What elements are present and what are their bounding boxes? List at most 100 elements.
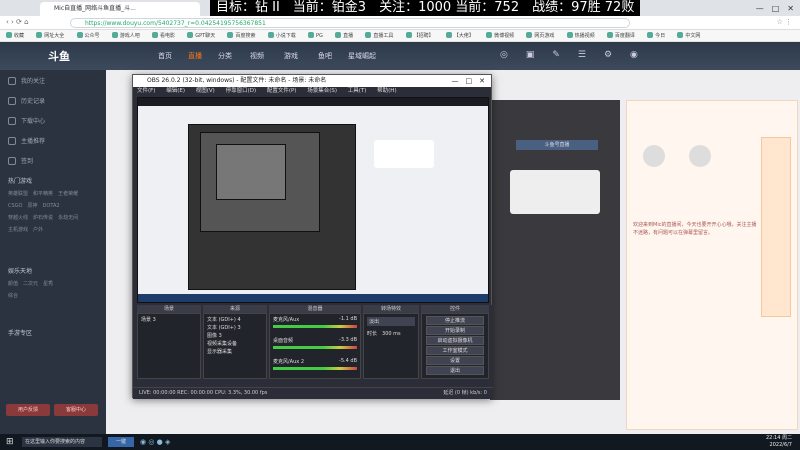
taskbar-app[interactable]: 一键 (108, 437, 134, 447)
site-logo[interactable]: 斗鱼 (48, 48, 70, 64)
duration-row[interactable]: 时长 300 ms (367, 330, 415, 337)
bookmark-item[interactable]: 看电影 (152, 30, 175, 41)
settings-button[interactable]: 设置 (426, 356, 484, 365)
window-controls[interactable]: — □ ✕ (756, 3, 794, 14)
sidebar-grid-row[interactable]: 颜值 二次元 星秀 (8, 280, 53, 287)
start-button[interactable]: ⊞ (6, 437, 14, 447)
address-bar-row: ‹ › ⟳ ⌂ https://www.douyu.com/5402737_r=… (0, 16, 800, 30)
start-recording-button[interactable]: 开始录制 (426, 326, 484, 335)
bookmark-item[interactable]: GPT聊天 (187, 30, 215, 41)
bookmark-item[interactable]: 收藏 (6, 30, 24, 41)
nav-item[interactable]: 视频 (250, 51, 264, 61)
bookmark-item[interactable]: 【大佬】 (446, 30, 474, 41)
sidebar-item-follow[interactable]: 我的关注 (8, 76, 45, 85)
obs-menu-item[interactable]: 工具(T) (348, 88, 367, 94)
obs-preview[interactable] (137, 97, 489, 303)
sidebar-grid-row[interactable]: 综合 (8, 292, 18, 299)
sidebar-grid-row[interactable]: 穿越火线 炉石传说 永劫无间 (8, 214, 78, 221)
controls-dock: 停止推流 开始录制 启动虚拟摄像机 工作室模式 设置 退出 (421, 313, 489, 379)
bookmark-item[interactable]: 中文网 (677, 30, 700, 41)
virtual-camera-button[interactable]: 启动虚拟摄像机 (426, 336, 484, 345)
source-item[interactable]: 文本 (GDI+) 4 (207, 316, 263, 324)
download-icon (8, 117, 16, 125)
nav-item[interactable]: 分类 (218, 51, 232, 61)
mixer-dock[interactable]: 麦克风/Aux -1.1 dB 桌面音频 -3.3 dB 麦克风/Aux 2 -5.4… (269, 313, 361, 379)
mixer-channel[interactable]: 桌面音频 -3.3 dB (273, 337, 357, 358)
extensions-icon[interactable]: ☆ ⋮ (776, 18, 792, 26)
nav-item[interactable]: 游戏 (284, 51, 298, 61)
sidebar-item-recommend[interactable]: 主播推荐 (8, 136, 45, 145)
bookmark-item[interactable]: 小说下载 (268, 30, 296, 41)
bookmark-item[interactable]: 网页游戏 (526, 30, 554, 41)
avatar (689, 145, 711, 167)
taskbar-clock[interactable]: 22:14 周二 2022/6/7 (766, 435, 792, 449)
nav-item[interactable]: 星域崛起 (348, 51, 376, 61)
obs-menu-item[interactable]: 配置文件(P) (267, 88, 297, 94)
transitions-dock[interactable]: 淡出 时长 300 ms (363, 313, 419, 379)
bookmark-item[interactable]: 热播视频 (567, 30, 595, 41)
obs-menu-item[interactable]: 编辑(E) (166, 88, 185, 94)
taskbar-search[interactable]: 在这里输入你要搜索的内容 (22, 437, 102, 447)
bookmark-item[interactable]: 【招聘】 (406, 30, 434, 41)
mixer-channel[interactable]: 麦克风/Aux -1.1 dB (273, 316, 357, 337)
url-input[interactable]: https://www.douyu.com/5402737_r=0.042541… (70, 18, 630, 28)
bookmark-item[interactable]: PG (308, 30, 323, 41)
header-icons[interactable]: ◎▣✎☰⚙◉ (500, 50, 770, 62)
stream-tag: 斗鱼号直播 (516, 140, 598, 150)
sources-dock[interactable]: 文本 (GDI+) 4 文本 (GDI+) 3 图像 3 视频采集设备 显示器采… (203, 313, 267, 379)
transition-select[interactable]: 淡出 (367, 317, 415, 326)
source-item[interactable]: 文本 (GDI+) 3 (207, 324, 263, 332)
bookmark-item[interactable]: 公众号 (77, 30, 100, 41)
sidebar-item-history[interactable]: 历史记录 (8, 96, 45, 105)
source-item[interactable]: 视频采集设备 (207, 340, 263, 348)
bookmark-item[interactable]: 微博视频 (486, 30, 514, 41)
sidebar-grid-row[interactable]: CSGO 原神 DOTA2 (8, 202, 60, 209)
preview-nested-obs-3 (216, 144, 286, 200)
bookmark-item[interactable]: 今日 (647, 30, 665, 41)
obs-title: OBS 26.0.2 (32-bit, windows) - 配置文件: 未命名… (147, 77, 327, 84)
bookmark-item[interactable]: 直播 (335, 30, 353, 41)
bookmark-item[interactable]: 百度翻译 (607, 30, 635, 41)
calendar-icon (8, 157, 16, 165)
scenes-dock[interactable]: 场景 3 (137, 313, 201, 379)
nav-item[interactable]: 直播 (188, 51, 202, 61)
obs-menu-item[interactable]: 场景集合(S) (307, 88, 337, 94)
bookmark-item[interactable]: 直播工具 (365, 30, 393, 41)
obs-window-controls[interactable]: — □ ✕ (452, 75, 485, 87)
obs-status: LIVE: 00:00:00 REC: 00:00:00 CPU: 3.3%, … (139, 390, 268, 396)
obs-menu-item[interactable]: 文件(F) (137, 88, 155, 94)
studio-mode-button[interactable]: 工作室模式 (426, 346, 484, 355)
nav-item[interactable]: 首页 (158, 51, 172, 61)
sidebar-section: 手游专区 (8, 330, 33, 337)
sidebar-grid-row[interactable]: 主机游戏 户外 (8, 226, 43, 233)
obs-menu-item[interactable]: 视图(V) (196, 88, 215, 94)
sidebar-item-checkin[interactable]: 签到 (8, 156, 33, 165)
scene-item[interactable]: 场景 3 (138, 314, 200, 325)
source-item[interactable]: 显示器采集 (207, 348, 263, 356)
taskbar-pinned-icons[interactable]: ◉ ◎ ● ◈ (140, 437, 200, 447)
mixer-channel[interactable]: 麦克风/Aux 2 -5.4 dB (273, 358, 357, 370)
stop-streaming-button[interactable]: 停止推流 (426, 316, 484, 325)
obs-menu-item[interactable]: 停靠窗口(D) (226, 88, 257, 94)
exit-button[interactable]: 退出 (426, 366, 484, 375)
sidebar-item-download[interactable]: 下载中心 (8, 116, 45, 125)
sidebar-grid-row[interactable]: 英雄联盟 和平精英 王者荣耀 (8, 190, 78, 197)
bookmark-item[interactable]: 百度搜索 (227, 30, 255, 41)
bookmark-item[interactable]: 游戏人吧 (112, 30, 140, 41)
obs-menubar: 文件(F) 编辑(E) 视图(V) 停靠窗口(D) 配置文件(P) 场景集合(S… (133, 87, 491, 96)
source-item[interactable]: 图像 3 (207, 332, 263, 340)
anchor-notice: 欢迎来到Mic的直播间，今天也要开开心心哦，关注主播不迷路，有问题可以在弹幕里留… (633, 222, 757, 236)
service-button[interactable]: 客服中心 (54, 404, 98, 416)
dock-header-transitions: 转场特效 (363, 305, 419, 313)
dock-header-controls: 控件 (421, 305, 489, 313)
obs-menu-item[interactable]: 帮助(H) (377, 88, 396, 94)
rank-column[interactable] (761, 137, 791, 317)
nav-buttons-icon[interactable]: ‹ › ⟳ ⌂ (6, 18, 29, 26)
obs-docks: 场景 场景 3 来源 文本 (GDI+) 4 文本 (GDI+) 3 图像 3 … (133, 305, 493, 399)
browser-tab[interactable]: Mic自直播_网络斗鱼直播_斗... (40, 2, 200, 16)
bookmark-item[interactable]: 网址大全 (36, 30, 64, 41)
feedback-button[interactable]: 用户反馈 (6, 404, 50, 416)
stream-player[interactable]: 斗鱼号直播 (490, 100, 620, 400)
obs-window[interactable]: OBS 26.0.2 (32-bit, windows) - 配置文件: 未命名… (132, 74, 493, 399)
nav-item[interactable]: 鱼吧 (318, 51, 332, 61)
